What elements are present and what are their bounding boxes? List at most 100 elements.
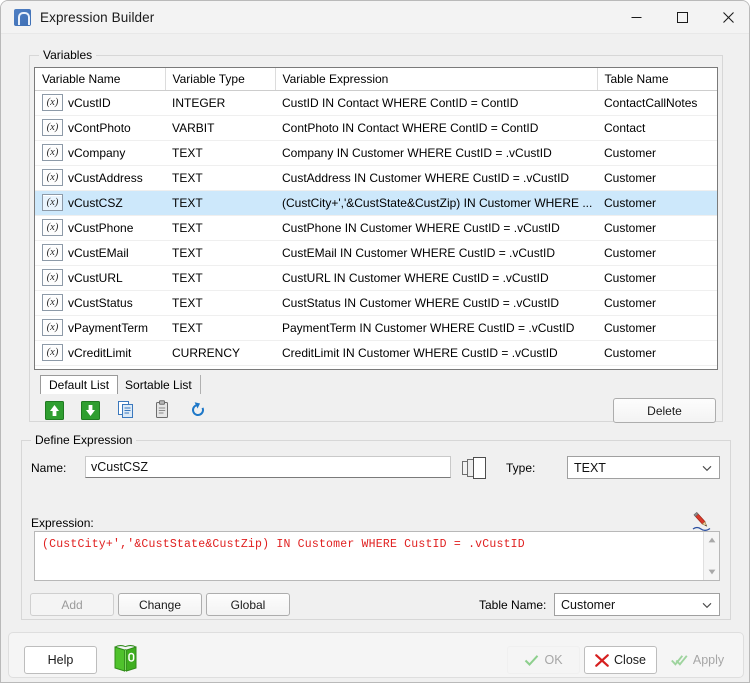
cell-variable-expression: CustAddress IN Customer WHERE CustID = .… bbox=[275, 165, 597, 191]
cell-variable-expression: Company IN Customer WHERE CustID = .vCus… bbox=[275, 140, 597, 166]
table-row[interactable]: (x) vCustID INTEGER CustID IN Contact WHERE… bbox=[35, 90, 717, 116]
table-header-row: Variable Name Variable Type Variable Exp… bbox=[35, 68, 717, 91]
cell-variable-type: TEXT bbox=[165, 315, 275, 341]
chevron-down-icon bbox=[702, 461, 712, 475]
table-row[interactable]: (x) vCustPhone TEXT CustPhone IN Customer W… bbox=[35, 215, 717, 241]
cell-table-name: ContactCallNotes bbox=[597, 90, 717, 116]
cell-variable-type: TEXT bbox=[165, 165, 275, 191]
cell-table-name: Customer bbox=[597, 140, 717, 166]
table-row[interactable]: (x) vContPhoto VARBIT ContPhoto IN Contact … bbox=[35, 115, 717, 141]
ok-button-label: OK bbox=[544, 653, 563, 667]
column-header-variable-name[interactable]: Variable Name bbox=[35, 68, 166, 91]
variable-badge-icon: (x) bbox=[42, 269, 63, 286]
variable-badge-icon: (x) bbox=[42, 94, 63, 111]
cell-table-name: Customer bbox=[597, 165, 717, 191]
global-button[interactable]: Global bbox=[206, 593, 290, 616]
name-label: Name: bbox=[31, 461, 67, 475]
cell-variable-name: (x) vCreditLimit bbox=[35, 340, 165, 366]
table-row[interactable]: (x) vCustEMail TEXT CustEMail IN Customer W… bbox=[35, 240, 717, 266]
cell-variable-type: TEXT bbox=[165, 240, 275, 266]
cell-table-name: Customer bbox=[597, 315, 717, 341]
cell-variable-type: TEXT bbox=[165, 140, 275, 166]
column-header-variable-type[interactable]: Variable Type bbox=[165, 68, 276, 91]
cell-variable-name: (x) vCustEMail bbox=[35, 240, 165, 266]
type-select[interactable]: TEXT bbox=[567, 456, 720, 479]
variable-badge-icon: (x) bbox=[42, 169, 63, 186]
tab-sortable-list[interactable]: Sortable List bbox=[117, 375, 201, 394]
copy-icon[interactable] bbox=[108, 397, 144, 423]
variable-badge-icon: (x) bbox=[42, 294, 63, 311]
variable-name-text: vCustAddress bbox=[68, 170, 143, 185]
window-title: Expression Builder bbox=[40, 9, 155, 25]
variables-group-label: Variables bbox=[39, 48, 97, 62]
table-row[interactable]: (x) vCreditLimit CURRENCY CreditLimit IN Cu… bbox=[35, 340, 717, 366]
ok-button[interactable]: OK bbox=[507, 646, 580, 674]
table-row[interactable]: (x) vCustURL TEXT CustURL IN Customer WHERE… bbox=[35, 265, 717, 291]
column-header-table-name[interactable]: Table Name bbox=[597, 68, 717, 91]
cell-variable-name: (x) vCompany bbox=[35, 140, 165, 166]
move-down-icon[interactable] bbox=[72, 397, 108, 423]
expression-builder-window: Expression Builder Variables Variable Na… bbox=[0, 0, 750, 683]
expression-text: (CustCity+','&CustState&CustZip) IN Cust… bbox=[42, 538, 525, 551]
cell-variable-expression: ContPhoto IN Contact WHERE ContID = Cont… bbox=[275, 115, 597, 141]
app-icon bbox=[14, 8, 31, 26]
cards-icon[interactable] bbox=[461, 456, 489, 483]
table-row[interactable]: (x) vCompany TEXT Company IN Customer WHERE… bbox=[35, 140, 717, 166]
type-label: Type: bbox=[506, 461, 536, 475]
apply-button-label: Apply bbox=[692, 653, 725, 667]
refresh-icon[interactable] bbox=[180, 397, 216, 423]
cell-table-name: Customer bbox=[597, 340, 717, 366]
cell-variable-name: (x) vCustID bbox=[35, 90, 165, 116]
cell-variable-expression: CustPhone IN Customer WHERE CustID = .vC… bbox=[275, 215, 597, 241]
cell-variable-type: INTEGER bbox=[165, 90, 275, 116]
table-row[interactable]: (x) vCustStatus TEXT CustStatus IN Customer… bbox=[35, 290, 717, 316]
variable-name-text: vContPhoto bbox=[68, 120, 131, 135]
table-row[interactable]: (x) vCustCSZ TEXT (CustCity+','&CustState&C… bbox=[35, 190, 717, 216]
close-icon[interactable] bbox=[705, 1, 749, 34]
column-header-variable-expression[interactable]: Variable Expression bbox=[275, 68, 598, 91]
cell-variable-type: TEXT bbox=[165, 215, 275, 241]
variable-name-text: vCustID bbox=[68, 95, 111, 110]
scroll-down-icon[interactable] bbox=[704, 564, 719, 580]
cell-variable-name: (x) vCustURL bbox=[35, 265, 165, 291]
variables-table-body: (x) vCustID INTEGER CustID IN Contact WHERE… bbox=[35, 90, 717, 366]
change-button[interactable]: Change bbox=[118, 593, 202, 616]
add-button[interactable]: Add bbox=[30, 593, 114, 616]
define-expression-group-label: Define Expression bbox=[31, 433, 137, 447]
variable-badge-icon: (x) bbox=[42, 144, 63, 161]
delete-button[interactable]: Delete bbox=[613, 398, 716, 423]
move-up-icon[interactable] bbox=[36, 397, 72, 423]
cell-variable-expression: CustStatus IN Customer WHERE CustID = .v… bbox=[275, 290, 597, 316]
cell-table-name: Customer bbox=[597, 240, 717, 266]
tab-default-list[interactable]: Default List bbox=[40, 375, 119, 394]
expression-scrollbar[interactable] bbox=[703, 532, 719, 580]
x-icon bbox=[595, 653, 609, 667]
variable-badge-icon: (x) bbox=[42, 119, 63, 136]
expression-label: Expression: bbox=[31, 516, 94, 530]
table-row[interactable]: (x) vPaymentTerm TEXT PaymentTerm IN Custom… bbox=[35, 315, 717, 341]
table-name-select[interactable]: Customer bbox=[554, 593, 720, 616]
chevron-down-icon-table bbox=[702, 598, 712, 612]
table-row[interactable]: (x) vCustAddress TEXT CustAddress IN Custom… bbox=[35, 165, 717, 191]
cell-variable-name: (x) vCustAddress bbox=[35, 165, 165, 191]
cell-variable-expression: CustEMail IN Customer WHERE CustID = .vC… bbox=[275, 240, 597, 266]
cell-variable-name: (x) vCustStatus bbox=[35, 290, 165, 316]
scroll-up-icon[interactable] bbox=[704, 532, 719, 548]
maximize-icon[interactable] bbox=[659, 1, 705, 34]
book-icon[interactable] bbox=[111, 642, 141, 677]
cell-table-name: Customer bbox=[597, 265, 717, 291]
expression-textarea[interactable]: (CustCity+','&CustState&CustZip) IN Cust… bbox=[34, 531, 720, 581]
cell-variable-expression: (CustCity+','&CustState&CustZip) IN Cust… bbox=[275, 190, 597, 216]
apply-button[interactable]: Apply bbox=[661, 646, 734, 674]
variable-name-text: vPaymentTerm bbox=[68, 320, 149, 335]
variables-table[interactable]: Variable Name Variable Type Variable Exp… bbox=[34, 67, 718, 370]
close-button[interactable]: Close bbox=[584, 646, 657, 674]
variable-badge-icon: (x) bbox=[42, 219, 63, 236]
variable-name-text: vCustEMail bbox=[68, 245, 129, 260]
paste-icon[interactable] bbox=[144, 397, 180, 423]
variables-grid: Variable Name Variable Type Variable Exp… bbox=[35, 68, 717, 366]
name-input[interactable]: vCustCSZ bbox=[85, 456, 451, 478]
variable-name-text: vCustPhone bbox=[68, 220, 134, 235]
minimize-icon[interactable] bbox=[613, 1, 659, 34]
help-button[interactable]: Help bbox=[24, 646, 97, 674]
